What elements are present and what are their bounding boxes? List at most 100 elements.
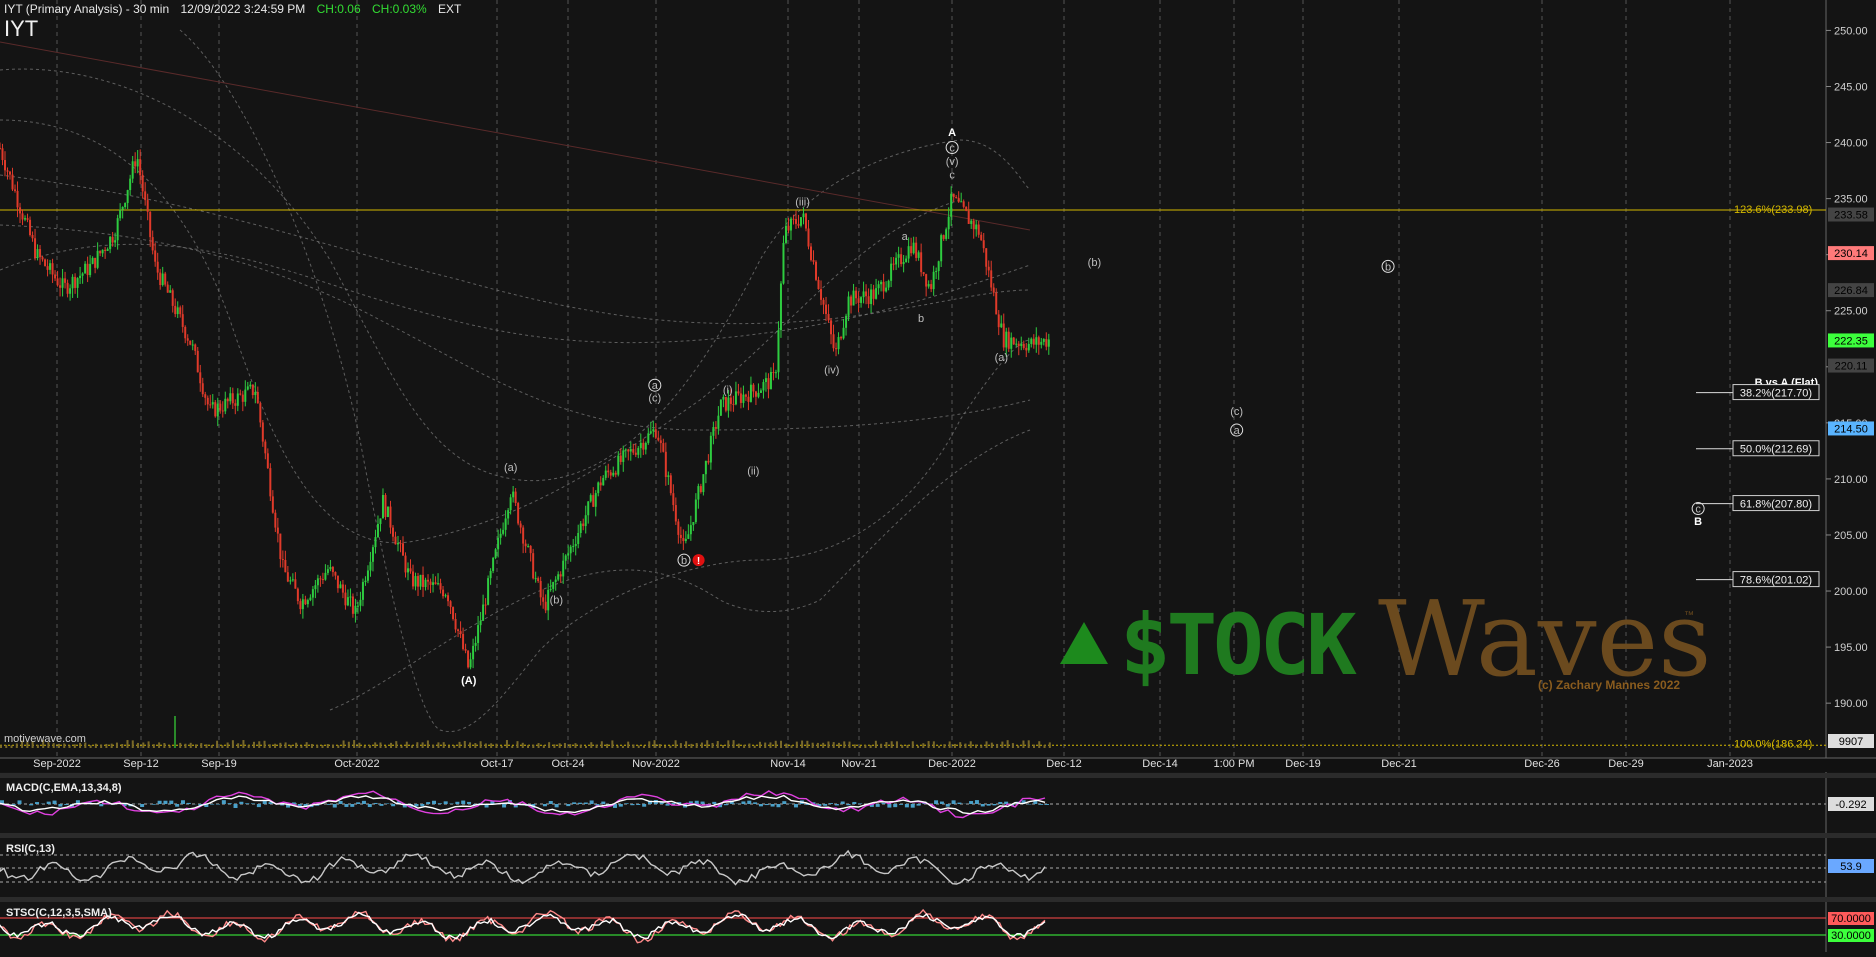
candle-body — [855, 291, 857, 299]
volume-bar — [901, 745, 903, 748]
candle-body — [410, 568, 412, 571]
candle-body — [257, 392, 259, 403]
candle-body — [129, 179, 131, 190]
wave-label: (A) — [461, 675, 477, 687]
macd-histogram-bar — [362, 801, 366, 804]
candle-body — [274, 513, 276, 528]
volume-bar — [258, 741, 260, 748]
candle-body — [279, 534, 281, 559]
macd-histogram-bar — [187, 803, 191, 804]
macd-histogram-bar — [216, 804, 220, 805]
volume-bar — [211, 745, 213, 748]
candle-body — [537, 578, 539, 581]
volume-bar — [105, 744, 107, 748]
candle-body — [437, 583, 439, 584]
macd-histogram-bar — [455, 802, 459, 804]
volume-bar — [980, 745, 982, 748]
candle-body — [500, 534, 502, 538]
macd-histogram-bar — [776, 804, 780, 807]
candle-body — [157, 262, 159, 273]
volume-bar — [353, 740, 355, 748]
volume-bar — [184, 744, 186, 748]
macd-histogram-bar — [765, 804, 769, 805]
candle-body — [587, 501, 589, 515]
volume-bar — [632, 744, 634, 748]
volume-bar — [943, 744, 945, 748]
candle-body — [319, 578, 321, 579]
candle-body — [732, 404, 734, 405]
candle-body — [868, 296, 870, 304]
candle-body — [507, 510, 509, 518]
candle-body — [447, 595, 449, 601]
volume-bar — [216, 741, 218, 748]
chart-root[interactable]: 190.00195.00200.00205.00210.00215.00220.… — [0, 0, 1876, 952]
candle-body — [695, 500, 697, 522]
candle-body — [933, 272, 935, 289]
candle-body — [928, 284, 930, 286]
candle-body — [102, 250, 104, 253]
candle-body — [477, 625, 479, 643]
candle-body — [239, 393, 241, 394]
candle-body — [324, 573, 326, 580]
candle-body — [440, 583, 442, 589]
macd-histogram-bar — [642, 804, 646, 807]
macd-histogram-bar — [1045, 804, 1049, 805]
volume-bar — [843, 741, 845, 748]
volume-bar — [780, 741, 782, 748]
candle-body — [550, 589, 552, 590]
wave-label: (iv) — [824, 365, 839, 377]
volume-bar — [775, 741, 777, 748]
fib-line-100-label: 100.0%(186.24) — [1734, 738, 1812, 750]
candle-body — [149, 212, 151, 237]
volume-bar — [711, 743, 713, 748]
stsc-lower-tag-label: 30.0000 — [1831, 930, 1871, 942]
volume-bar — [928, 741, 930, 748]
candle-body — [144, 191, 146, 200]
candle-body — [82, 273, 84, 275]
candle-body — [114, 240, 116, 242]
macd-histogram-bar — [234, 804, 238, 808]
candle-body — [9, 172, 11, 175]
macd-histogram-bar — [333, 804, 337, 808]
candle-body — [762, 382, 764, 390]
candle-body — [1013, 338, 1015, 345]
candle-body — [802, 214, 804, 218]
candle-body — [97, 251, 99, 268]
candle-body — [905, 259, 907, 262]
candle-body — [570, 547, 572, 554]
candle-body — [700, 486, 702, 492]
candle-body — [450, 601, 452, 607]
logo-triangle-icon — [1060, 622, 1108, 664]
candle-body — [572, 546, 574, 547]
macd-histogram-bar — [64, 804, 68, 805]
candle-body — [442, 590, 444, 597]
candle-body — [304, 599, 306, 604]
candle-body — [462, 634, 464, 649]
candle-body — [74, 277, 76, 288]
candle-body — [122, 207, 124, 210]
candle-body — [940, 235, 942, 261]
candle-body — [277, 528, 279, 534]
fib-level-label: 61.8%(207.80) — [1740, 499, 1812, 511]
candle-body — [427, 580, 429, 582]
candle-body — [888, 281, 890, 288]
candle-body — [860, 297, 862, 303]
candle-body — [785, 226, 787, 243]
x-tick-label: Nov-21 — [841, 758, 876, 770]
macd-histogram-bar — [887, 804, 891, 808]
volume-bar — [986, 741, 988, 748]
candle-body — [127, 190, 129, 203]
indicator-band — [0, 120, 960, 543]
candle-body — [630, 449, 632, 451]
candle-body — [767, 378, 769, 389]
macd-histogram-bar — [946, 804, 950, 807]
volume-bar — [1007, 740, 1009, 748]
volume-bar — [0, 745, 2, 748]
price-chart[interactable]: 190.00195.00200.00205.00210.00215.00220.… — [0, 0, 1876, 952]
macd-histogram-bar — [368, 804, 372, 807]
candle-body — [52, 263, 54, 274]
volume-bar — [559, 743, 561, 748]
volume-bar — [327, 744, 329, 748]
x-tick-label: Sep-19 — [201, 758, 236, 770]
candle-body — [682, 538, 684, 541]
